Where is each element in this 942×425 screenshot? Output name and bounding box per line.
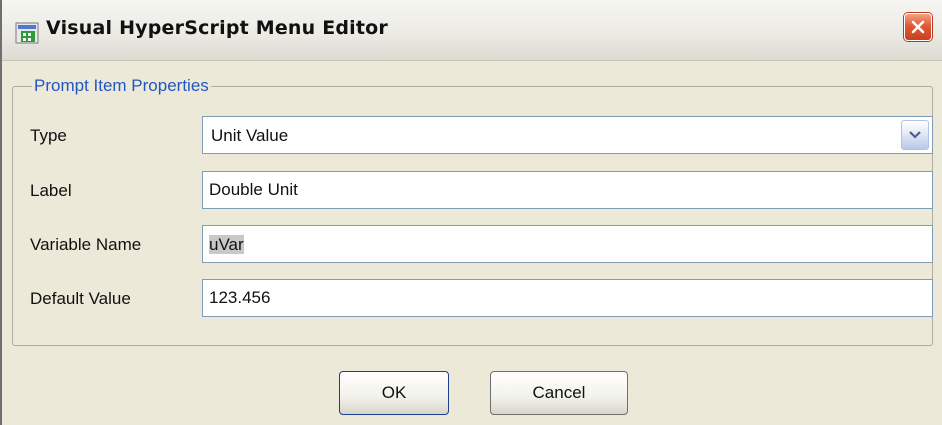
- variable-name-label: Variable Name: [30, 235, 142, 254]
- label-input[interactable]: [209, 172, 889, 208]
- close-button[interactable]: [904, 13, 932, 41]
- app-icon: [15, 22, 39, 44]
- type-select-value: Unit Value: [211, 126, 289, 145]
- dialog-window: Visual HyperScript Menu Editor Prompt It…: [0, 0, 942, 425]
- type-dropdown-button[interactable]: [901, 120, 929, 150]
- type-label: Type: [30, 126, 67, 145]
- label-field[interactable]: [202, 171, 933, 209]
- variable-name-field[interactable]: uVar: [202, 225, 933, 263]
- variable-name-value: uVar: [209, 235, 244, 254]
- default-value-field[interactable]: [202, 279, 933, 317]
- default-value-label: Default Value: [30, 289, 131, 308]
- ok-button[interactable]: OK: [339, 371, 449, 415]
- group-legend: Prompt Item Properties: [32, 76, 211, 96]
- variable-name-input[interactable]: uVar: [209, 235, 244, 255]
- window-title: Visual HyperScript Menu Editor: [46, 17, 388, 39]
- default-value-input[interactable]: [209, 280, 889, 316]
- cancel-button[interactable]: Cancel: [490, 371, 628, 415]
- label-label: Label: [30, 181, 72, 200]
- title-bar[interactable]: Visual HyperScript Menu Editor: [2, 0, 942, 61]
- type-select[interactable]: Unit Value: [202, 116, 933, 154]
